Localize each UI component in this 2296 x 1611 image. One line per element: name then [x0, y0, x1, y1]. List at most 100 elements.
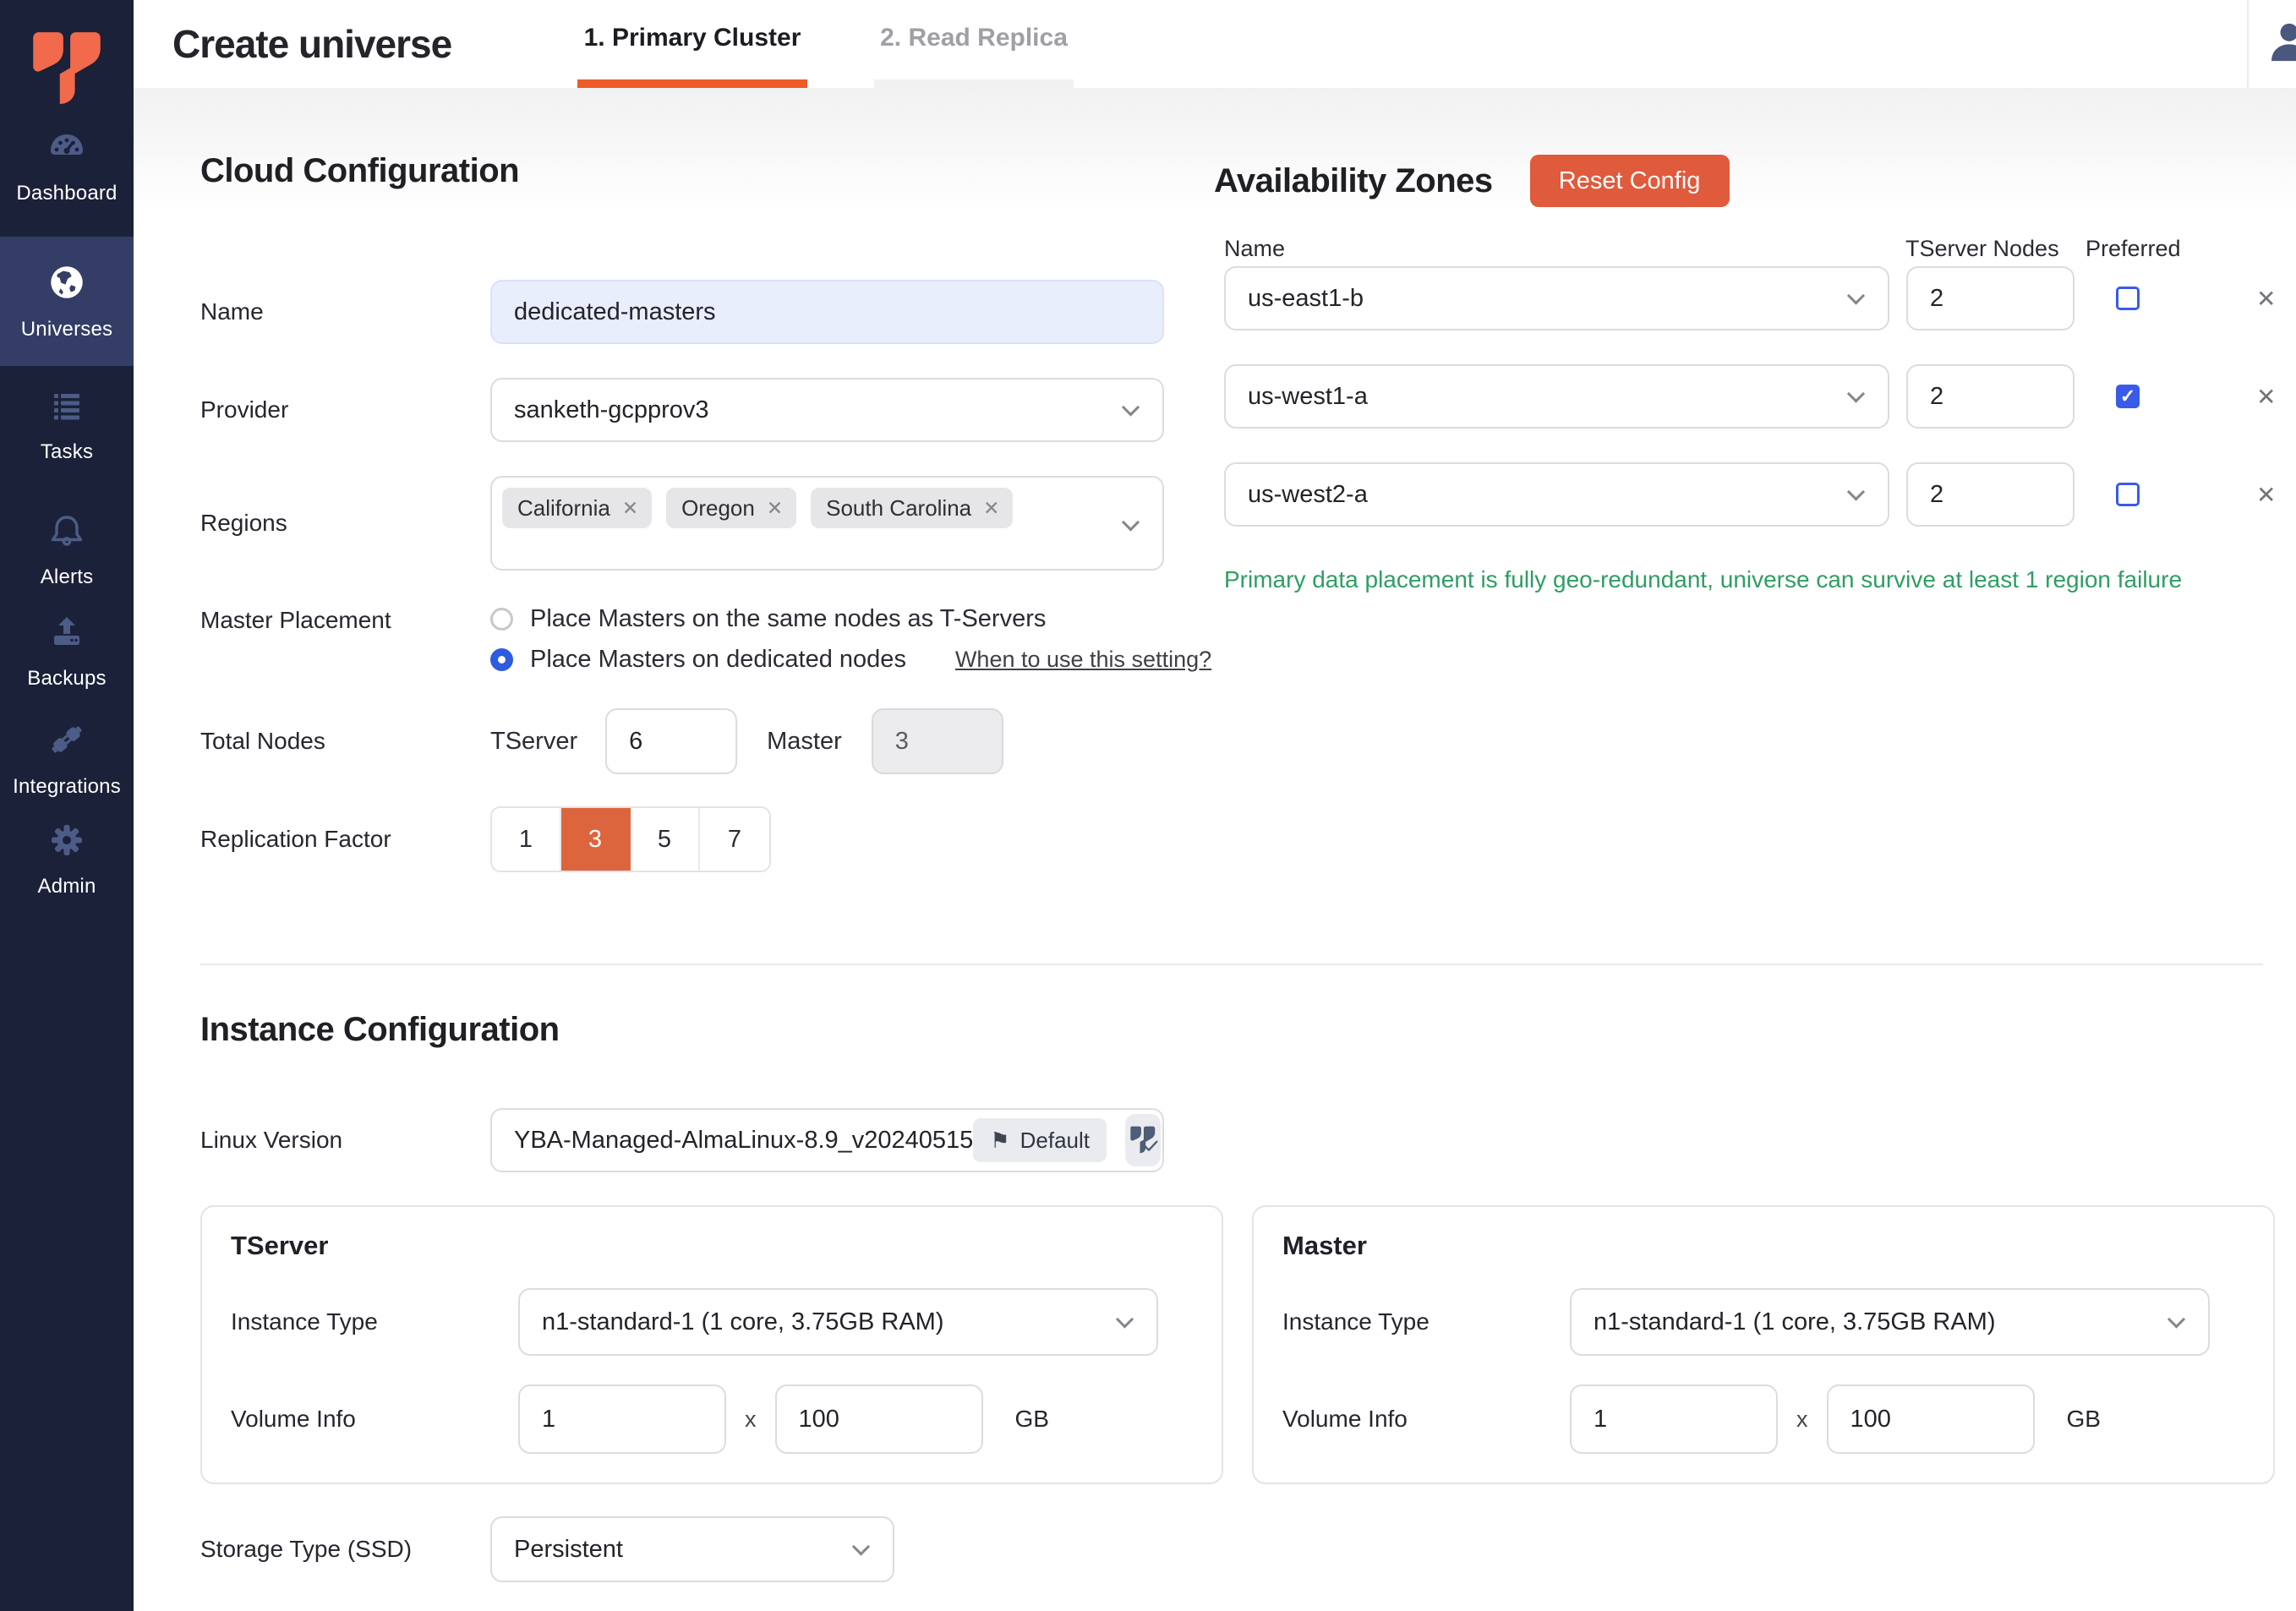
remove-zone-icon[interactable] — [2256, 383, 2276, 411]
sidebar-item-admin[interactable]: Admin — [0, 806, 134, 912]
name-row: Name — [200, 280, 1164, 344]
az-nodes-input[interactable] — [1906, 462, 2075, 527]
user-icon[interactable] — [2266, 19, 2296, 66]
master-placement-options: Place Masters on the same nodes as T-Ser… — [490, 598, 1211, 680]
tab-primary-cluster[interactable]: 1. Primary Cluster — [577, 0, 807, 88]
chevron-down-icon — [1847, 287, 1865, 304]
master-card: Master Instance Type n1-standard-1 (1 co… — [1252, 1205, 2275, 1484]
tserver-volume-count-input[interactable] — [518, 1384, 726, 1454]
provider-select[interactable]: sanketh-gcpprov3 — [490, 378, 1164, 442]
az-nodes-input[interactable] — [1906, 266, 2075, 330]
upload-icon — [46, 612, 87, 657]
placement-option-dedicated-nodes[interactable]: Place Masters on dedicated nodes When to… — [490, 639, 1211, 680]
az-zone-select[interactable]: us-west1-a — [1224, 364, 1889, 429]
tserver-instance-type-select[interactable]: n1-standard-1 (1 core, 3.75GB RAM) — [518, 1288, 1158, 1356]
sidebar-item-alerts[interactable]: Alerts — [0, 497, 134, 603]
preferred-checkbox-unchecked[interactable] — [2116, 287, 2140, 310]
chevron-down-icon — [852, 1537, 870, 1555]
storage-type-value: Persistent — [514, 1536, 623, 1564]
chevron-down-icon — [1116, 1310, 1134, 1328]
default-badge-label: Default — [1020, 1128, 1090, 1154]
volume-unit: GB — [2067, 1406, 2101, 1433]
tserver-card: TServer Instance Type n1-standard-1 (1 c… — [200, 1205, 1223, 1484]
when-to-use-link[interactable]: When to use this setting? — [955, 647, 1211, 673]
header-divider — [2247, 0, 2249, 88]
storage-type-select[interactable]: Persistent — [490, 1516, 894, 1582]
tab-read-replica[interactable]: 2. Read Replica — [874, 0, 1074, 88]
task-list-icon — [46, 385, 88, 430]
az-zone-value: us-east1-b — [1248, 285, 1364, 313]
az-nodes-input[interactable] — [1906, 364, 2075, 429]
sidebar-item-integrations[interactable]: Integrations — [0, 705, 134, 812]
sidebar-item-tasks[interactable]: Tasks — [0, 372, 134, 478]
replication-option-5[interactable]: 5 — [631, 808, 700, 871]
regions-multiselect[interactable]: California Oregon South Carolina — [490, 476, 1164, 571]
section-divider — [200, 964, 2263, 965]
provider-label: Provider — [200, 396, 490, 423]
az-zone-select[interactable]: us-east1-b — [1224, 266, 1889, 330]
az-zone-select[interactable]: us-west2-a — [1224, 462, 1889, 527]
sidebar-item-label: Tasks — [41, 440, 93, 464]
remove-zone-icon[interactable] — [2256, 481, 2276, 509]
tserver-count-label: TServer — [490, 728, 577, 756]
replication-option-1[interactable]: 1 — [492, 808, 561, 871]
replication-option-7[interactable]: 7 — [700, 808, 769, 871]
replication-factor-row: Replication Factor 1 3 5 7 — [200, 806, 771, 872]
availability-zones-header: Availability Zones Reset Config — [1214, 155, 2296, 207]
chevron-down-icon — [1847, 483, 1865, 500]
tserver-volume-size-input[interactable] — [775, 1384, 983, 1454]
volume-info-label: Volume Info — [231, 1406, 518, 1433]
replication-option-3[interactable]: 3 — [561, 808, 631, 871]
remove-region-icon[interactable] — [983, 497, 999, 520]
remove-zone-icon[interactable] — [2256, 285, 2276, 313]
az-zone-value: us-west1-a — [1248, 383, 1368, 411]
az-zone-value: us-west2-a — [1248, 481, 1368, 509]
sidebar-item-dashboard[interactable]: Dashboard — [0, 113, 134, 219]
preferred-checkbox-checked[interactable] — [2116, 385, 2140, 408]
default-badge: Default — [973, 1118, 1107, 1162]
sidebar-item-label: Integrations — [13, 775, 121, 799]
az-nodes-column-header: TServer Nodes — [1905, 236, 2059, 262]
availability-zones-panel: Availability Zones Reset Config Name TSe… — [1214, 155, 2296, 593]
cloud-configuration-heading: Cloud Configuration — [200, 152, 519, 190]
regions-row: Regions California Oregon South Carolina — [200, 476, 1164, 571]
storage-type-row: Storage Type (SSD) Persistent — [200, 1516, 894, 1582]
az-row: us-west1-a — [1224, 364, 2296, 429]
sidebar-item-label: Alerts — [41, 565, 94, 589]
name-label: Name — [200, 298, 490, 325]
tserver-volume-row: Volume Info x GB — [231, 1384, 1193, 1454]
page-title: Create universe — [172, 21, 451, 67]
remove-region-icon[interactable] — [767, 497, 783, 520]
total-nodes-label: Total Nodes — [200, 728, 490, 755]
linux-version-label: Linux Version — [200, 1127, 490, 1154]
linux-version-row: Linux Version YBA-Managed-AlmaLinux-8.9_… — [200, 1108, 1164, 1172]
master-placement-label: Master Placement — [200, 598, 490, 634]
availability-zones-column-headers: Name TServer Nodes Preferred — [1214, 236, 2296, 266]
provider-value: sanketh-gcpprov3 — [514, 396, 709, 424]
radio-selected-icon[interactable] — [490, 648, 513, 671]
plug-icon — [45, 718, 89, 765]
radio-unselected-icon[interactable] — [490, 608, 513, 631]
universe-name-input[interactable] — [490, 280, 1164, 344]
volume-info-label: Volume Info — [1282, 1406, 1570, 1433]
reset-config-button[interactable]: Reset Config — [1530, 155, 1730, 207]
yugabyte-logo[interactable] — [28, 29, 106, 114]
sidebar-item-backups[interactable]: Backups — [0, 598, 134, 704]
yugabyte-check-icon — [1125, 1114, 1161, 1166]
sidebar-item-label: Universes — [21, 318, 113, 341]
preferred-checkbox-unchecked[interactable] — [2116, 483, 2140, 506]
master-placement-row: Master Placement Place Masters on the sa… — [200, 598, 1211, 680]
master-volume-count-input[interactable] — [1570, 1384, 1778, 1454]
flag-icon — [990, 1128, 1009, 1154]
sidebar-item-universes[interactable]: Universes — [0, 237, 134, 366]
tserver-count-input[interactable] — [605, 708, 737, 774]
linux-version-select[interactable]: YBA-Managed-AlmaLinux-8.9_v20240515 Defa… — [490, 1108, 1164, 1172]
geo-redundancy-status-message: Primary data placement is fully geo-redu… — [1224, 566, 2296, 593]
volume-unit: GB — [1015, 1406, 1049, 1433]
availability-zones-heading: Availability Zones — [1214, 162, 1493, 200]
total-nodes-row: Total Nodes TServer Master — [200, 708, 1003, 774]
remove-region-icon[interactable] — [622, 497, 638, 520]
master-volume-size-input[interactable] — [1827, 1384, 2035, 1454]
master-instance-type-select[interactable]: n1-standard-1 (1 core, 3.75GB RAM) — [1570, 1288, 2210, 1356]
placement-option-same-nodes[interactable]: Place Masters on the same nodes as T-Ser… — [490, 598, 1211, 639]
